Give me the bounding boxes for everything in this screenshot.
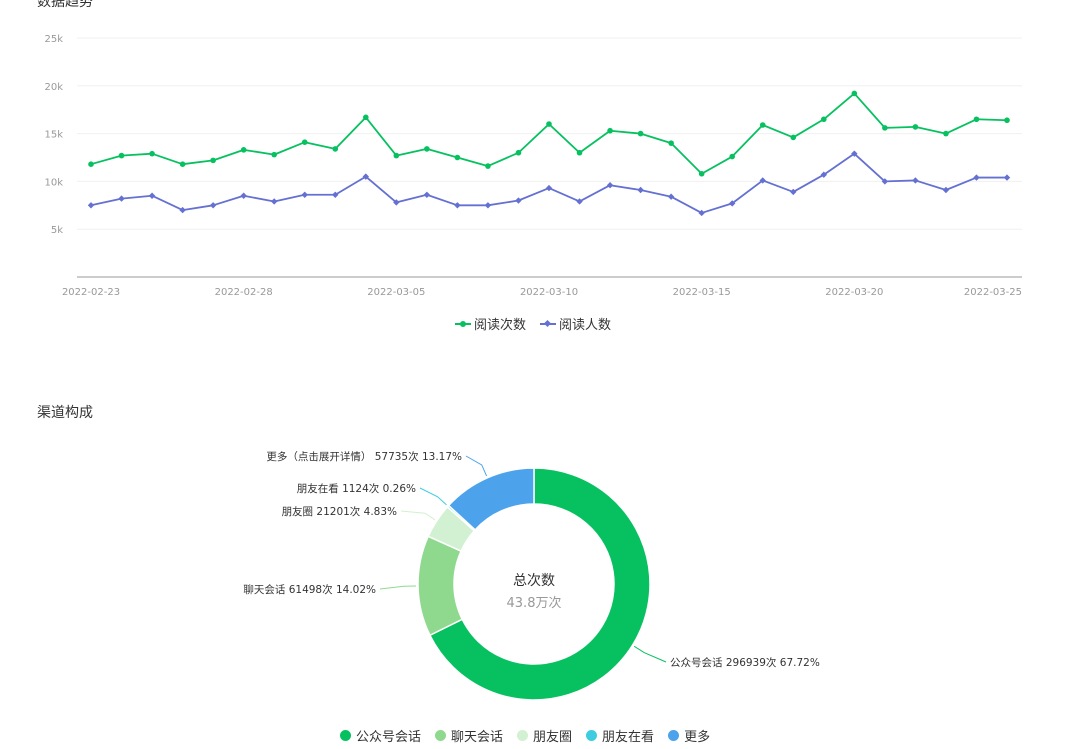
legend-dot-chat <box>435 730 447 741</box>
label-official-account: 公众号会话 296939次 67.72% <box>670 656 820 669</box>
legend-dot-official-account <box>340 730 351 741</box>
legend-item-official-account[interactable]: 公众号会话 <box>340 726 421 745</box>
donut-center-value: 43.8万次 <box>506 596 562 611</box>
channel-donut-chart: 公众号会话 296939次 67.72% 聊天会话 61498次 14.02% 朋友… <box>243 450 820 701</box>
label-chat: 聊天会话 61498次 14.02% <box>243 583 376 596</box>
label-more: 更多（点击展开详情） 57735次 13.17% <box>266 450 462 463</box>
legend-label-moments: 朋友圈 <box>533 730 573 745</box>
legend-item-chat[interactable]: 聊天会话 <box>435 726 503 745</box>
donut-chart-legend: 公众号会话 聊天会话 朋友圈 朋友在看 更多 <box>340 726 724 745</box>
leader-line <box>419 487 447 506</box>
donut-center-title: 总次数 <box>513 573 555 589</box>
legend-dot-friends-watching <box>586 730 598 741</box>
legend-label-friends-watching: 朋友在看 <box>602 730 655 745</box>
legend-dot-more <box>668 730 680 741</box>
label-moments: 朋友圈 21201次 4.83% <box>282 505 397 518</box>
leader-line <box>379 585 417 590</box>
legend-label-chat: 聊天会话 <box>451 730 504 745</box>
legend-dot-moments <box>517 730 529 741</box>
legend-item-friends-watching[interactable]: 朋友在看 <box>586 726 654 745</box>
leader-line <box>465 455 488 477</box>
label-friends-watching: 朋友在看 1124次 0.26% <box>297 482 416 495</box>
legend-label-more: 更多 <box>684 730 711 745</box>
leader-line <box>400 510 436 521</box>
legend-label-official-account: 公众号会话 <box>356 730 422 745</box>
leader-line <box>633 645 667 663</box>
legend-item-more[interactable]: 更多 <box>668 726 710 745</box>
legend-item-moments[interactable]: 朋友圈 <box>517 726 572 745</box>
